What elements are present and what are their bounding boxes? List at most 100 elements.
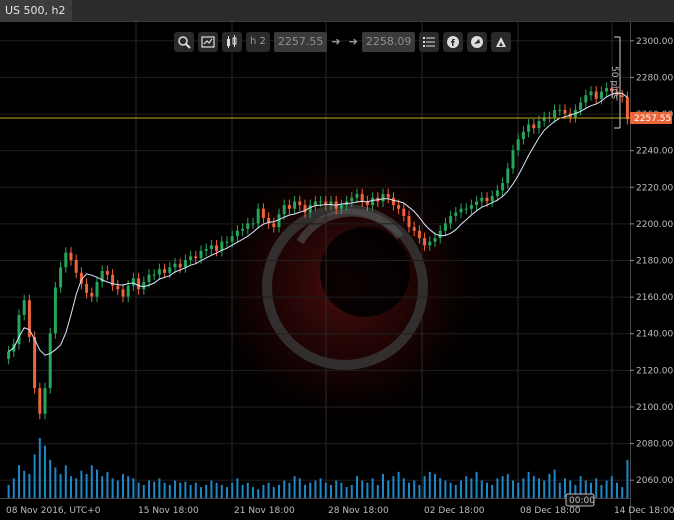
volume-bar <box>356 476 358 498</box>
candle-body <box>194 256 198 259</box>
volume-bar <box>553 469 556 498</box>
candle-body <box>350 197 354 202</box>
candle-body <box>293 201 297 209</box>
x-tick-label: 14 Dec 18:00 <box>614 506 674 516</box>
y-tick-label: 2220.00 <box>636 183 673 193</box>
volume-bar <box>309 482 312 498</box>
facebook-icon[interactable] <box>443 31 464 52</box>
candle-body <box>246 223 250 229</box>
candle-body <box>501 183 505 191</box>
candle-body <box>319 201 323 203</box>
candle-body <box>579 102 583 110</box>
share-icon[interactable] <box>467 31 488 52</box>
candle-body <box>412 227 416 231</box>
volume-bar <box>491 484 494 498</box>
y-tick-label: 2160.00 <box>636 293 673 303</box>
volume-bar <box>23 470 26 498</box>
candle-body <box>355 194 359 198</box>
volume-bar <box>382 474 384 498</box>
current-price-tag: 2257.55 <box>630 112 672 125</box>
candle-body <box>7 351 11 359</box>
volume-bar <box>257 489 260 498</box>
list-icon[interactable] <box>419 31 440 52</box>
candle-body <box>506 168 510 184</box>
candles-icon[interactable] <box>222 31 242 52</box>
candle-body <box>527 124 531 132</box>
candle-body <box>605 87 609 92</box>
volume-bar <box>392 476 395 498</box>
volume-bar <box>626 459 629 498</box>
volume-bar <box>512 480 514 498</box>
volume-bar <box>174 480 176 498</box>
volume-bar <box>153 481 156 498</box>
candle-body <box>589 91 593 96</box>
volume-bar <box>486 482 488 498</box>
candle-body <box>402 208 406 217</box>
volume-bar <box>314 480 317 498</box>
candle-body <box>59 267 63 288</box>
candle-body <box>516 139 520 151</box>
candle-body <box>53 287 57 334</box>
volume-bar <box>278 484 280 498</box>
candle-body <box>433 238 437 242</box>
chart-toolbar: h 2 2257.55 ➜ ➜ 2258.09 <box>174 31 512 52</box>
volume-bar <box>179 482 182 498</box>
candle-body <box>251 223 255 225</box>
volume-bar <box>470 478 473 498</box>
candle-body <box>90 292 94 297</box>
ask-price-field[interactable]: 2258.09 <box>361 31 416 52</box>
candle-body <box>189 256 193 260</box>
window-tab-bar: US 500, h2 <box>0 0 674 22</box>
volume-bar <box>80 470 83 498</box>
volume-bar <box>184 481 187 498</box>
candle-body <box>204 249 208 251</box>
y-tick-label: 2120.00 <box>636 366 673 376</box>
volume-bar <box>262 484 265 498</box>
candle-body <box>225 241 229 243</box>
volume-bar <box>267 482 270 498</box>
symbol-tab[interactable]: US 500, h2 <box>0 0 72 22</box>
candle-body <box>121 289 125 297</box>
volume-bar <box>366 482 369 498</box>
chart-settings-icon[interactable] <box>198 31 218 52</box>
y-tick-label: 2060.00 <box>636 476 673 486</box>
candle-body <box>594 91 598 99</box>
candle-body <box>490 195 494 202</box>
volume-bar <box>148 480 150 498</box>
candle-body <box>163 269 167 273</box>
candle-body <box>131 278 135 286</box>
candle-body <box>95 281 99 297</box>
candle-body <box>298 201 302 206</box>
zoom-icon[interactable] <box>174 31 194 52</box>
volume-bar <box>288 482 291 498</box>
volume-bar <box>496 478 499 498</box>
volume-bar <box>376 484 379 498</box>
volume-bar <box>361 480 364 498</box>
watch-icon[interactable] <box>491 31 512 52</box>
volume-bar <box>304 484 306 498</box>
volume-bar <box>475 471 478 498</box>
candle-body <box>449 216 453 224</box>
volume-bar <box>298 478 301 498</box>
timeframe-selector[interactable]: h 2 <box>246 31 270 52</box>
price-chart[interactable]: 2300.002280.002260.002240.002220.002200.… <box>0 22 674 520</box>
candle-body <box>464 208 468 210</box>
candle-body <box>313 201 317 206</box>
volume-bar <box>205 484 208 498</box>
candle-body <box>537 120 541 129</box>
x-tick-label: 08 Nov 2016, UTC+0 <box>6 506 101 516</box>
volume-bar <box>33 454 36 498</box>
y-tick-label: 2240.00 <box>636 147 673 157</box>
volume-bar <box>44 445 46 498</box>
volume-bar <box>252 487 254 498</box>
volume-bar <box>548 474 551 498</box>
volume-bar <box>122 474 124 498</box>
candle-body <box>308 205 312 213</box>
candle-body <box>495 190 499 196</box>
volume-bar <box>28 474 31 498</box>
candle-body <box>105 270 109 275</box>
candle-body <box>381 194 385 202</box>
y-tick-label: 2100.00 <box>636 403 673 413</box>
candle-body <box>485 197 489 202</box>
bid-price-field[interactable]: 2257.55 <box>273 31 328 52</box>
